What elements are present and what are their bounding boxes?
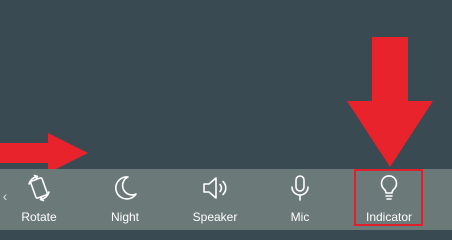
rotate-toggle[interactable]: Rotate — [14, 172, 64, 228]
annotation-arrow-down — [347, 37, 433, 167]
moon-icon — [115, 176, 137, 200]
night-label: Night — [110, 210, 139, 224]
annotation-arrow-right — [0, 133, 88, 173]
rotate-label: Rotate — [21, 210, 57, 224]
mic-label: Mic — [290, 210, 310, 224]
speaker-label: Speaker — [192, 210, 238, 224]
speaker-toggle[interactable]: Speaker — [185, 172, 245, 228]
rotate-icon — [28, 174, 50, 202]
speaker-icon — [203, 177, 227, 199]
lightbulb-icon — [380, 175, 398, 200]
screen-background: ‹ Rotate Night Speaker Mic Indicator — [0, 0, 452, 230]
chevron-left-icon[interactable]: ‹ — [0, 186, 10, 206]
night-mode-toggle[interactable]: Night — [100, 172, 150, 228]
indicator-toggle[interactable]: Indicator — [354, 172, 424, 228]
indicator-label: Indicator — [365, 210, 413, 224]
mic-icon — [291, 175, 309, 201]
mic-toggle[interactable]: Mic — [275, 172, 325, 228]
